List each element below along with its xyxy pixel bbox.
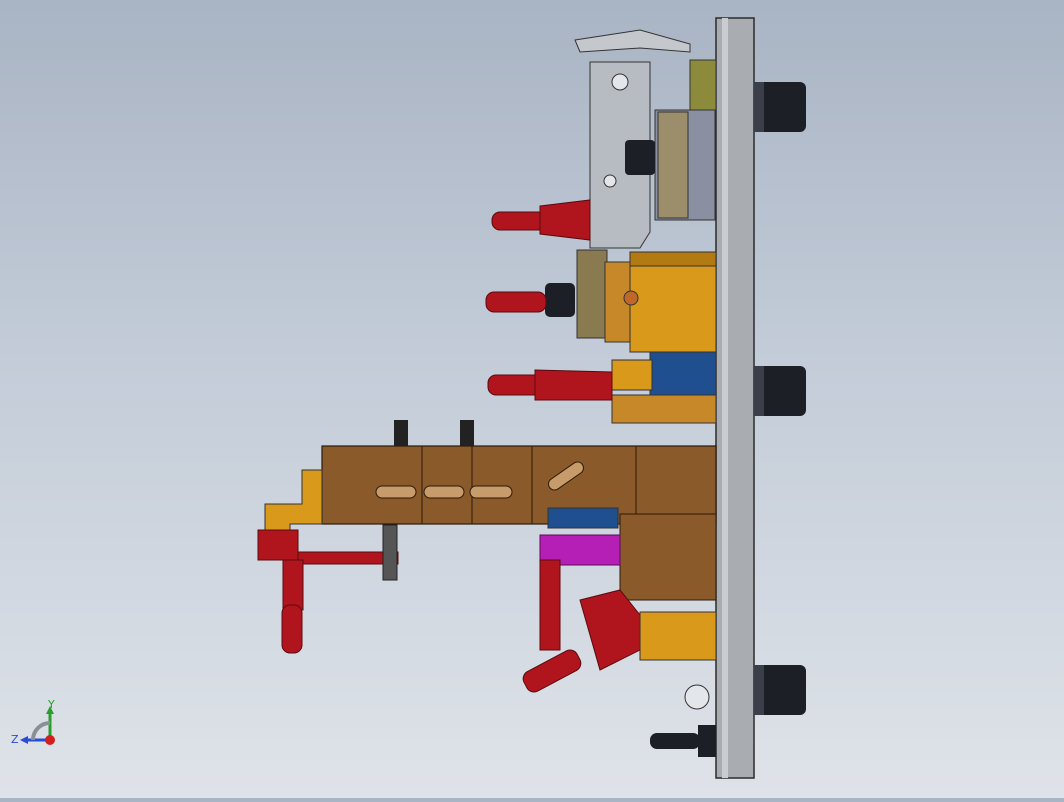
triad-y-label: Y [47, 700, 55, 711]
toggle-clamp-3[interactable] [487, 369, 613, 401]
base-plate[interactable] [715, 17, 755, 779]
toggle-clamp-2[interactable] [485, 291, 547, 313]
blue-sensor-block[interactable] [611, 351, 717, 424]
base-plate-highlight [722, 18, 728, 778]
fixture-assembly-model[interactable] [0, 0, 1064, 798]
lower-locating-pin[interactable] [650, 684, 716, 757]
lower-clamp-assembly[interactable] [520, 507, 717, 695]
triad-z-label: Z [11, 733, 19, 746]
brown-support-arm[interactable] [321, 420, 717, 525]
coordinate-triad: Y Z [8, 698, 68, 760]
clamp-cylinder-block[interactable] [545, 249, 717, 353]
locating-pin-bottom[interactable] [754, 665, 806, 715]
upper-gray-bracket[interactable] [574, 29, 717, 249]
locating-pin-middle[interactable] [754, 366, 806, 416]
left-vertical-clamp[interactable] [281, 559, 304, 654]
locating-pin-top[interactable] [754, 82, 806, 132]
toggle-clamp-1[interactable] [491, 199, 591, 241]
cad-graphics-viewport[interactable] [0, 0, 1064, 798]
triad-origin [45, 735, 55, 745]
triad-z-arrow [20, 736, 28, 744]
